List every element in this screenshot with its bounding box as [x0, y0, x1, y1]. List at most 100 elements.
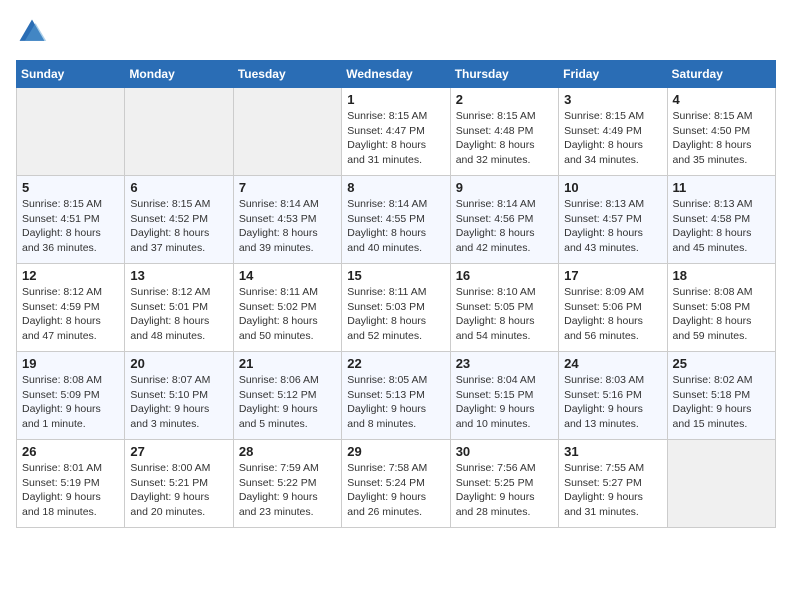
- weekday-header: Saturday: [667, 61, 775, 88]
- day-info: Sunrise: 8:12 AMSunset: 4:59 PMDaylight:…: [22, 285, 119, 344]
- day-number: 20: [130, 356, 227, 371]
- day-info: Sunrise: 7:55 AMSunset: 5:27 PMDaylight:…: [564, 461, 661, 520]
- day-info: Sunrise: 8:15 AMSunset: 4:47 PMDaylight:…: [347, 109, 444, 168]
- calendar-cell: 3Sunrise: 8:15 AMSunset: 4:49 PMDaylight…: [559, 88, 667, 176]
- logo-icon: [16, 16, 48, 48]
- day-info: Sunrise: 8:07 AMSunset: 5:10 PMDaylight:…: [130, 373, 227, 432]
- day-info: Sunrise: 8:03 AMSunset: 5:16 PMDaylight:…: [564, 373, 661, 432]
- calendar-week-row: 5 Sunrise: 8:15 AMSunset: 4:51 PMDaylight…: [17, 176, 776, 264]
- calendar-cell: 1 Sunrise: 8:15 AMSunset: 4:47 PMDaylight…: [342, 88, 450, 176]
- day-info: Sunrise: 8:14 AMSunset: 4:56 PMDaylight:…: [456, 197, 553, 256]
- weekday-header: Tuesday: [233, 61, 341, 88]
- calendar-cell: [125, 88, 233, 176]
- calendar-header-row: SundayMondayTuesdayWednesdayThursdayFrid…: [17, 61, 776, 88]
- day-info: Sunrise: 8:13 AMSunset: 4:57 PMDaylight:…: [564, 197, 661, 256]
- calendar-cell: 10 Sunrise: 8:13 AMSunset: 4:57 PMDayligh…: [559, 176, 667, 264]
- day-number: 22: [347, 356, 444, 371]
- day-number: 19: [22, 356, 119, 371]
- calendar-cell: 25 Sunrise: 8:02 AMSunset: 5:18 PMDayligh…: [667, 352, 775, 440]
- day-number: 31: [564, 444, 661, 459]
- day-number: 27: [130, 444, 227, 459]
- calendar-cell: 6 Sunrise: 8:15 AMSunset: 4:52 PMDaylight…: [125, 176, 233, 264]
- calendar-cell: 19 Sunrise: 8:08 AMSunset: 5:09 PMDayligh…: [17, 352, 125, 440]
- day-number: 5: [22, 180, 119, 195]
- weekday-header: Wednesday: [342, 61, 450, 88]
- calendar-cell: 22 Sunrise: 8:05 AMSunset: 5:13 PMDayligh…: [342, 352, 450, 440]
- day-info: Sunrise: 8:11 AMSunset: 5:02 PMDaylight:…: [239, 285, 336, 344]
- calendar-cell: 12 Sunrise: 8:12 AMSunset: 4:59 PMDayligh…: [17, 264, 125, 352]
- day-number: 24: [564, 356, 661, 371]
- weekday-header: Thursday: [450, 61, 558, 88]
- day-number: 4: [673, 92, 770, 107]
- day-number: 16: [456, 268, 553, 283]
- day-number: 12: [22, 268, 119, 283]
- day-info: Sunrise: 8:10 AMSunset: 5:05 PMDaylight:…: [456, 285, 553, 344]
- day-info: Sunrise: 8:05 AMSunset: 5:13 PMDaylight:…: [347, 373, 444, 432]
- calendar-cell: 23Sunrise: 8:04 AMSunset: 5:15 PMDayligh…: [450, 352, 558, 440]
- day-number: 7: [239, 180, 336, 195]
- logo: [16, 16, 52, 48]
- day-number: 11: [673, 180, 770, 195]
- calendar-table: SundayMondayTuesdayWednesdayThursdayFrid…: [16, 60, 776, 528]
- calendar-cell: [233, 88, 341, 176]
- weekday-header: Friday: [559, 61, 667, 88]
- day-number: 18: [673, 268, 770, 283]
- calendar-cell: 2 Sunrise: 8:15 AMSunset: 4:48 PMDaylight…: [450, 88, 558, 176]
- day-number: 1: [347, 92, 444, 107]
- calendar-cell: 21 Sunrise: 8:06 AMSunset: 5:12 PMDayligh…: [233, 352, 341, 440]
- day-number: 21: [239, 356, 336, 371]
- day-info: Sunrise: 7:58 AMSunset: 5:24 PMDaylight:…: [347, 461, 444, 520]
- day-number: 25: [673, 356, 770, 371]
- day-info: Sunrise: 8:15 AMSunset: 4:48 PMDaylight:…: [456, 109, 553, 168]
- calendar-cell: 29 Sunrise: 7:58 AMSunset: 5:24 PMDayligh…: [342, 440, 450, 528]
- calendar-cell: 27 Sunrise: 8:00 AMSunset: 5:21 PMDayligh…: [125, 440, 233, 528]
- day-number: 10: [564, 180, 661, 195]
- day-number: 29: [347, 444, 444, 459]
- day-info: Sunrise: 8:09 AMSunset: 5:06 PMDaylight:…: [564, 285, 661, 344]
- day-number: 6: [130, 180, 227, 195]
- calendar-cell: 11 Sunrise: 8:13 AMSunset: 4:58 PMDayligh…: [667, 176, 775, 264]
- calendar-week-row: 26Sunrise: 8:01 AMSunset: 5:19 PMDayligh…: [17, 440, 776, 528]
- calendar-cell: 30Sunrise: 7:56 AMSunset: 5:25 PMDayligh…: [450, 440, 558, 528]
- day-number: 14: [239, 268, 336, 283]
- day-number: 17: [564, 268, 661, 283]
- day-info: Sunrise: 8:00 AMSunset: 5:21 PMDaylight:…: [130, 461, 227, 520]
- calendar-cell: [667, 440, 775, 528]
- day-info: Sunrise: 8:08 AMSunset: 5:08 PMDaylight:…: [673, 285, 770, 344]
- day-info: Sunrise: 8:08 AMSunset: 5:09 PMDaylight:…: [22, 373, 119, 432]
- day-info: Sunrise: 8:15 AMSunset: 4:50 PMDaylight:…: [673, 109, 770, 168]
- day-number: 8: [347, 180, 444, 195]
- calendar-cell: 15 Sunrise: 8:11 AMSunset: 5:03 PMDayligh…: [342, 264, 450, 352]
- day-number: 30: [456, 444, 553, 459]
- calendar-cell: 17 Sunrise: 8:09 AMSunset: 5:06 PMDayligh…: [559, 264, 667, 352]
- calendar-week-row: 12 Sunrise: 8:12 AMSunset: 4:59 PMDayligh…: [17, 264, 776, 352]
- day-number: 13: [130, 268, 227, 283]
- calendar-cell: 26Sunrise: 8:01 AMSunset: 5:19 PMDayligh…: [17, 440, 125, 528]
- day-info: Sunrise: 8:06 AMSunset: 5:12 PMDaylight:…: [239, 373, 336, 432]
- calendar-cell: 13Sunrise: 8:12 AMSunset: 5:01 PMDayligh…: [125, 264, 233, 352]
- calendar-week-row: 1 Sunrise: 8:15 AMSunset: 4:47 PMDaylight…: [17, 88, 776, 176]
- day-info: Sunrise: 8:13 AMSunset: 4:58 PMDaylight:…: [673, 197, 770, 256]
- weekday-header: Monday: [125, 61, 233, 88]
- day-number: 15: [347, 268, 444, 283]
- calendar-cell: 18 Sunrise: 8:08 AMSunset: 5:08 PMDayligh…: [667, 264, 775, 352]
- calendar-week-row: 19 Sunrise: 8:08 AMSunset: 5:09 PMDayligh…: [17, 352, 776, 440]
- day-info: Sunrise: 8:15 AMSunset: 4:51 PMDaylight:…: [22, 197, 119, 256]
- calendar-cell: 4 Sunrise: 8:15 AMSunset: 4:50 PMDaylight…: [667, 88, 775, 176]
- calendar-cell: 5 Sunrise: 8:15 AMSunset: 4:51 PMDaylight…: [17, 176, 125, 264]
- page-header: [16, 16, 776, 48]
- calendar-cell: 20 Sunrise: 8:07 AMSunset: 5:10 PMDayligh…: [125, 352, 233, 440]
- day-info: Sunrise: 8:01 AMSunset: 5:19 PMDaylight:…: [22, 461, 119, 520]
- day-number: 2: [456, 92, 553, 107]
- day-info: Sunrise: 8:04 AMSunset: 5:15 PMDaylight:…: [456, 373, 553, 432]
- day-info: Sunrise: 8:14 AMSunset: 4:53 PMDaylight:…: [239, 197, 336, 256]
- day-info: Sunrise: 8:15 AMSunset: 4:52 PMDaylight:…: [130, 197, 227, 256]
- day-info: Sunrise: 8:11 AMSunset: 5:03 PMDaylight:…: [347, 285, 444, 344]
- day-number: 28: [239, 444, 336, 459]
- day-info: Sunrise: 8:15 AMSunset: 4:49 PMDaylight:…: [564, 109, 661, 168]
- calendar-cell: 28Sunrise: 7:59 AMSunset: 5:22 PMDayligh…: [233, 440, 341, 528]
- day-number: 9: [456, 180, 553, 195]
- calendar-cell: 16 Sunrise: 8:10 AMSunset: 5:05 PMDayligh…: [450, 264, 558, 352]
- day-info: Sunrise: 8:14 AMSunset: 4:55 PMDaylight:…: [347, 197, 444, 256]
- day-info: Sunrise: 8:02 AMSunset: 5:18 PMDaylight:…: [673, 373, 770, 432]
